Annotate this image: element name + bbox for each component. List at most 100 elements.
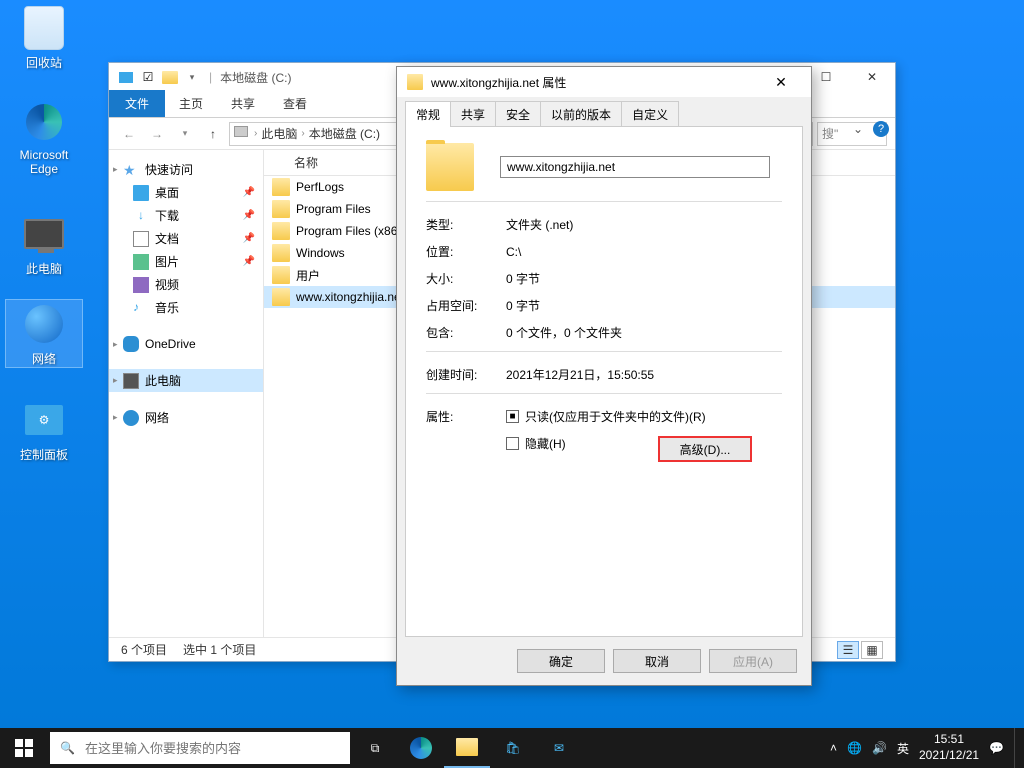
network-icon[interactable]: 🌐 <box>847 741 862 755</box>
nav-recent-button[interactable]: ▾ <box>173 122 197 146</box>
prop-label: 类型: <box>426 216 506 233</box>
folder-name-input[interactable] <box>500 156 770 178</box>
view-details-button[interactable]: ☰ <box>837 641 859 659</box>
desktop-icon-this-pc[interactable]: 此电脑 <box>6 210 82 277</box>
desktop-icon-edge[interactable]: Microsoft Edge <box>6 98 82 176</box>
windows-icon <box>15 739 33 757</box>
advanced-button[interactable]: 高级(D)... <box>658 436 752 462</box>
download-icon: ↓ <box>133 208 149 224</box>
mail-icon: ✉ <box>554 741 564 755</box>
show-desktop-button[interactable] <box>1014 728 1020 768</box>
store-icon: 🛍 <box>505 741 520 755</box>
pc-icon <box>24 219 64 249</box>
desktop-icon-network[interactable]: 网络 <box>6 300 82 367</box>
nav-back-button[interactable]: ← <box>117 122 141 146</box>
network-icon <box>123 410 139 426</box>
view-icons-button[interactable]: ▦ <box>861 641 883 659</box>
taskbar-app-edge[interactable] <box>398 728 444 768</box>
taskbar-search[interactable]: 🔍 <box>50 732 350 764</box>
qat-customize-icon[interactable]: ▾ <box>183 68 201 86</box>
folder-icon <box>456 738 478 756</box>
nav-quick-documents[interactable]: 文档📌 <box>109 227 263 250</box>
ribbon-tab-home[interactable]: 主页 <box>165 90 217 117</box>
folder-icon <box>272 266 290 284</box>
app-icon <box>117 68 135 86</box>
apply-button[interactable]: 应用(A) <box>709 649 797 673</box>
nav-this-pc[interactable]: 此电脑 <box>109 369 263 392</box>
cancel-button[interactable]: 取消 <box>613 649 701 673</box>
taskbar: 🔍 ⧉ 🛍 ✉ ˄ 🌐 🔊 英 15:51 2021/12/21 💬 <box>0 728 1024 768</box>
tab-customize[interactable]: 自定义 <box>621 101 679 127</box>
task-view-button[interactable]: ⧉ <box>352 728 398 768</box>
nav-quick-access[interactable]: ★快速访问 <box>109 158 263 181</box>
dialog-close-button[interactable]: ✕ <box>761 68 801 96</box>
status-selected: 选中 1 个项目 <box>183 641 256 658</box>
pin-icon: 📌 <box>243 233 255 244</box>
checkbox-icon <box>506 437 519 450</box>
nav-onedrive[interactable]: OneDrive <box>109 333 263 355</box>
pc-icon <box>123 373 139 389</box>
prop-label: 位置: <box>426 243 506 260</box>
dialog-tabs: 常规 共享 安全 以前的版本 自定义 <box>397 97 811 127</box>
ime-indicator[interactable]: 英 <box>897 740 909 757</box>
dialog-title: www.xitongzhijia.net 属性 <box>431 74 566 91</box>
prop-value: C:\ <box>506 245 521 259</box>
recycle-bin-icon <box>24 6 64 50</box>
desktop-icon-label: 网络 <box>6 350 82 367</box>
nav-forward-button[interactable]: → <box>145 122 169 146</box>
close-button[interactable]: ✕ <box>849 63 895 91</box>
nav-network[interactable]: 网络 <box>109 406 263 429</box>
taskview-icon: ⧉ <box>371 741 380 756</box>
action-center-icon[interactable]: 💬 <box>989 741 1004 755</box>
search-input[interactable] <box>85 741 340 756</box>
start-button[interactable] <box>0 728 48 768</box>
nav-quick-music[interactable]: ♪音乐 <box>109 296 263 319</box>
nav-pane: ★快速访问 桌面📌 ↓下载📌 文档📌 图片📌 视频 ♪音乐 OneDrive 此… <box>109 150 264 656</box>
dialog-pane: 类型:文件夹 (.net) 位置:C:\ 大小:0 字节 占用空间:0 字节 包… <box>405 127 803 637</box>
nav-quick-pictures[interactable]: 图片📌 <box>109 250 263 273</box>
taskbar-app-store[interactable]: 🛍 <box>490 728 536 768</box>
pictures-icon <box>133 254 149 270</box>
qat-newfolder-icon[interactable] <box>161 68 179 86</box>
folder-icon <box>272 288 290 306</box>
qat-properties-icon[interactable]: ☑ <box>139 68 157 86</box>
prop-value: 0 字节 <box>506 297 540 314</box>
clock[interactable]: 15:51 2021/12/21 <box>919 732 979 763</box>
ok-button[interactable]: 确定 <box>517 649 605 673</box>
clock-time: 15:51 <box>919 732 979 748</box>
drive-icon <box>234 126 250 142</box>
search-icon: 🔍 <box>60 741 75 755</box>
breadcrumb-seg[interactable]: 此电脑 <box>261 125 297 142</box>
desktop-icon-recycle-bin[interactable]: 回收站 <box>6 4 82 71</box>
ribbon-file-tab[interactable]: 文件 <box>109 90 165 117</box>
pin-icon: 📌 <box>243 256 255 267</box>
readonly-checkbox[interactable]: ■只读(仅应用于文件夹中的文件)(R) <box>506 408 782 425</box>
tab-general[interactable]: 常规 <box>405 101 451 127</box>
tab-security[interactable]: 安全 <box>495 101 541 127</box>
desktop-icon-control-panel[interactable]: ⚙ 控制面板 <box>6 396 82 463</box>
nav-quick-downloads[interactable]: ↓下载📌 <box>109 204 263 227</box>
desktop-icon <box>133 185 149 201</box>
taskbar-app-explorer[interactable] <box>444 728 490 768</box>
nav-quick-videos[interactable]: 视频 <box>109 273 263 296</box>
tab-previous[interactable]: 以前的版本 <box>540 101 622 127</box>
ribbon-tab-view[interactable]: 查看 <box>269 90 321 117</box>
nav-quick-desktop[interactable]: 桌面📌 <box>109 181 263 204</box>
ribbon-expand-icon[interactable]: ⌄ <box>853 122 863 136</box>
nav-up-button[interactable]: ↑ <box>201 122 225 146</box>
desktop-icon-label: 此电脑 <box>6 260 82 277</box>
pin-icon: 📌 <box>243 187 255 198</box>
ribbon-tab-share[interactable]: 共享 <box>217 90 269 117</box>
pin-icon: 📌 <box>243 210 255 221</box>
taskbar-app-mail[interactable]: ✉ <box>536 728 582 768</box>
volume-icon[interactable]: 🔊 <box>872 741 887 755</box>
clock-date: 2021/12/21 <box>919 748 979 764</box>
breadcrumb-seg[interactable]: 本地磁盘 (C:) <box>309 125 380 142</box>
checkbox-icon: ■ <box>506 410 519 423</box>
desktop-icon-label: Microsoft Edge <box>6 148 82 176</box>
tab-sharing[interactable]: 共享 <box>450 101 496 127</box>
network-icon <box>25 305 63 343</box>
dialog-titlebar[interactable]: www.xitongzhijia.net 属性 ✕ <box>397 67 811 97</box>
help-icon[interactable]: ? <box>873 121 889 137</box>
tray-overflow-icon[interactable]: ˄ <box>830 741 837 755</box>
